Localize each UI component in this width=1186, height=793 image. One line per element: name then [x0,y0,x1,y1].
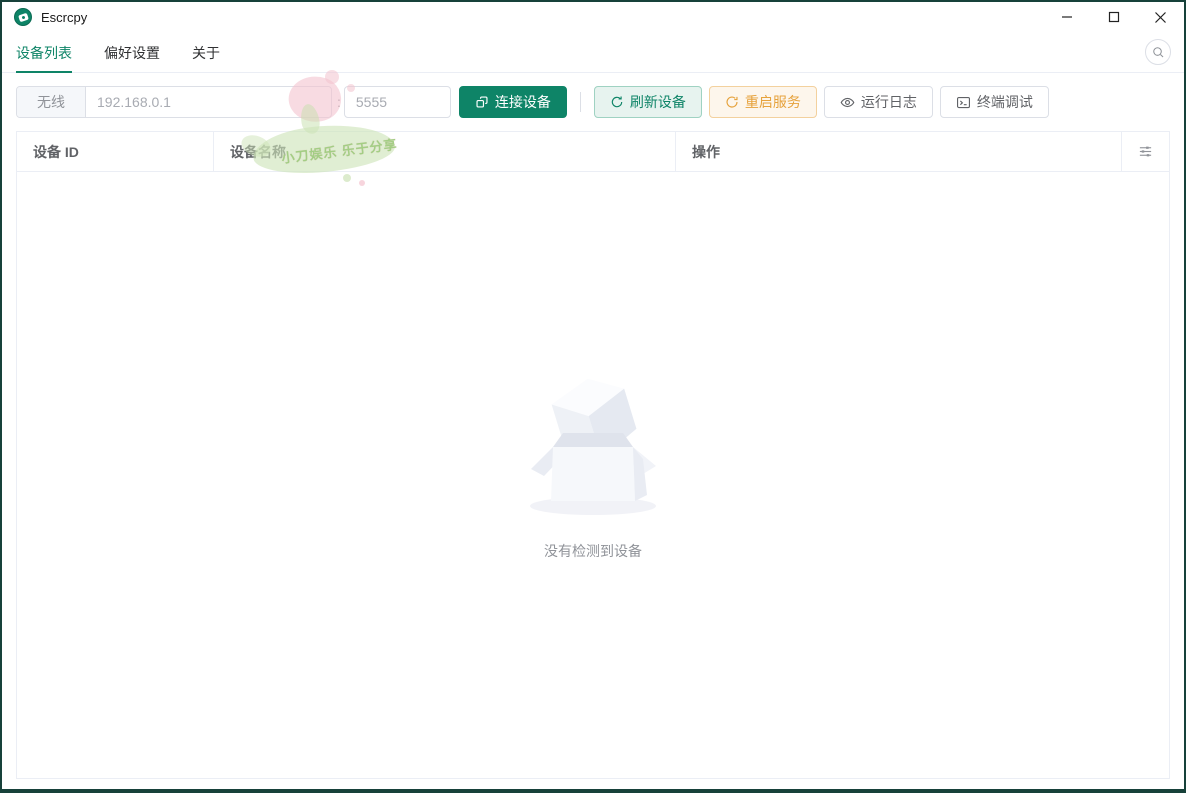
search-button[interactable] [1145,39,1171,65]
terminal-debug-label: 终端调试 [976,94,1033,110]
column-settings-button[interactable] [1122,132,1169,171]
run-logs-label: 运行日志 [860,94,917,110]
empty-message: 没有检测到设备 [544,543,642,559]
connect-device-label: 连接设备 [494,94,551,110]
refresh-devices-button[interactable]: 刷新设备 [593,86,702,118]
refresh-right-icon [726,96,738,108]
port-input[interactable] [343,86,451,118]
search-icon [1152,46,1163,57]
device-table-header: 设备 ID 设备名称 操作 [17,132,1169,172]
restart-service-label: 重启服务 [744,94,801,110]
ip-input[interactable] [86,87,331,117]
connect-device-button[interactable]: 连接设备 [458,86,567,118]
app-window: Escrcpy 设备列表 偏好设置 关于 无线 192.168.0.1: 55… [0,0,1186,793]
tab-device-list-label: 设备列表 [16,44,72,61]
toolbar-divider [579,92,581,112]
wireless-label: 无线 [17,87,86,117]
refresh-icon [611,96,623,108]
tab-device-list[interactable]: 设备列表 [16,32,72,73]
minimize-button[interactable] [1043,2,1090,32]
column-header-device-id: 设备 ID [17,132,214,171]
link-icon [476,96,488,108]
empty-state: 没有检测到设备 [513,363,673,561]
sliders-icon [1139,146,1152,157]
empty-box-illustration [530,378,656,515]
column-header-actions: 操作 [676,132,1122,171]
wireless-address-group: 无线 [16,86,332,118]
titlebar: Escrcpy [2,2,1184,32]
app-logo-icon [14,8,32,26]
restart-service-button[interactable]: 重启服务 [708,86,817,118]
close-button[interactable] [1137,2,1184,32]
tab-about-label: 关于 [192,44,220,61]
refresh-devices-label: 刷新设备 [629,94,686,110]
tab-bar: 设备列表 偏好设置 关于 [2,32,1184,73]
tab-preferences-label: 偏好设置 [104,44,160,61]
device-table-body: 没有检测到设备 [17,172,1169,778]
eye-icon [840,97,855,107]
tab-about[interactable]: 关于 [192,32,220,73]
run-logs-button[interactable]: 运行日志 [823,86,933,118]
terminal-debug-button[interactable]: 终端调试 [939,86,1049,118]
app-title: Escrcpy [41,9,88,25]
port-separator: : [337,94,341,110]
tab-preferences[interactable]: 偏好设置 [104,32,160,73]
terminal-icon [956,96,970,108]
device-table: 设备 ID 设备名称 操作 没有检测到设备 [16,131,1170,779]
column-header-device-name: 设备名称 [214,132,676,171]
window-controls [1043,2,1184,32]
toolbar: 无线 : 连接设备 刷新设备 重启服务 [2,86,1184,118]
maximize-button[interactable] [1090,2,1137,32]
